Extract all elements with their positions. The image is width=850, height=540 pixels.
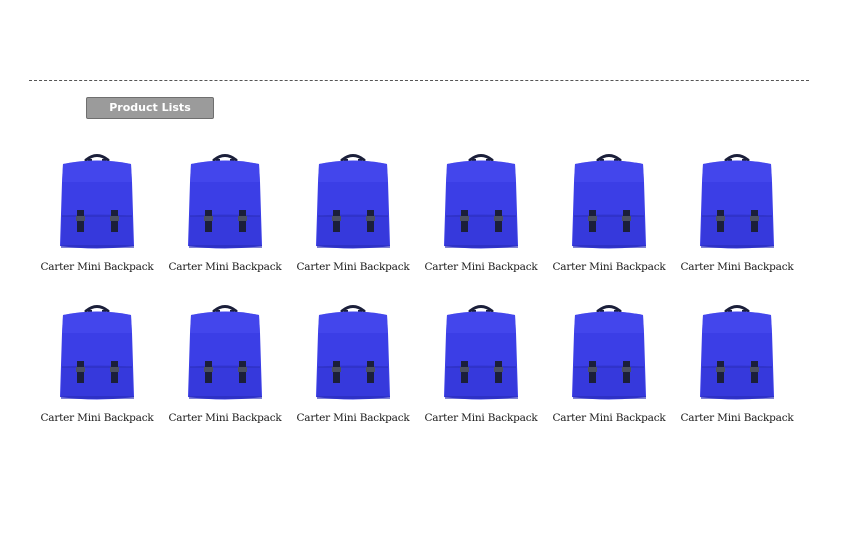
backpack-image[interactable]	[564, 301, 654, 403]
product-grid: Carter Mini Backpack Carter Mini Backpac…	[33, 150, 807, 452]
product-card[interactable]: Carter Mini Backpack	[161, 150, 289, 301]
backpack-image[interactable]	[180, 301, 270, 403]
product-card[interactable]: Carter Mini Backpack	[417, 150, 545, 301]
product-card[interactable]: Carter Mini Backpack	[673, 150, 801, 301]
product-card[interactable]: Carter Mini Backpack	[161, 301, 289, 452]
section-divider	[29, 80, 809, 81]
product-lists-tab[interactable]: Product Lists	[86, 97, 214, 119]
product-card[interactable]: Carter Mini Backpack	[33, 301, 161, 452]
product-card[interactable]: Carter Mini Backpack	[33, 150, 161, 301]
backpack-image[interactable]	[52, 150, 142, 252]
backpack-image[interactable]	[308, 301, 398, 403]
product-card[interactable]: Carter Mini Backpack	[417, 301, 545, 452]
backpack-image[interactable]	[692, 301, 782, 403]
product-name[interactable]: Carter Mini Backpack	[168, 261, 281, 273]
product-card[interactable]: Carter Mini Backpack	[545, 301, 673, 452]
backpack-image[interactable]	[436, 301, 526, 403]
product-name[interactable]: Carter Mini Backpack	[552, 412, 665, 424]
backpack-image[interactable]	[180, 150, 270, 252]
product-name[interactable]: Carter Mini Backpack	[296, 412, 409, 424]
product-name[interactable]: Carter Mini Backpack	[168, 412, 281, 424]
backpack-image[interactable]	[52, 301, 142, 403]
product-card[interactable]: Carter Mini Backpack	[289, 301, 417, 452]
product-name[interactable]: Carter Mini Backpack	[424, 412, 537, 424]
product-card[interactable]: Carter Mini Backpack	[289, 150, 417, 301]
product-card[interactable]: Carter Mini Backpack	[545, 150, 673, 301]
backpack-image[interactable]	[308, 150, 398, 252]
backpack-image[interactable]	[692, 150, 782, 252]
product-name[interactable]: Carter Mini Backpack	[40, 412, 153, 424]
product-name[interactable]: Carter Mini Backpack	[296, 261, 409, 273]
product-name[interactable]: Carter Mini Backpack	[680, 412, 793, 424]
product-name[interactable]: Carter Mini Backpack	[424, 261, 537, 273]
product-card[interactable]: Carter Mini Backpack	[673, 301, 801, 452]
product-name[interactable]: Carter Mini Backpack	[680, 261, 793, 273]
product-name[interactable]: Carter Mini Backpack	[552, 261, 665, 273]
backpack-image[interactable]	[436, 150, 526, 252]
product-name[interactable]: Carter Mini Backpack	[40, 261, 153, 273]
backpack-image[interactable]	[564, 150, 654, 252]
